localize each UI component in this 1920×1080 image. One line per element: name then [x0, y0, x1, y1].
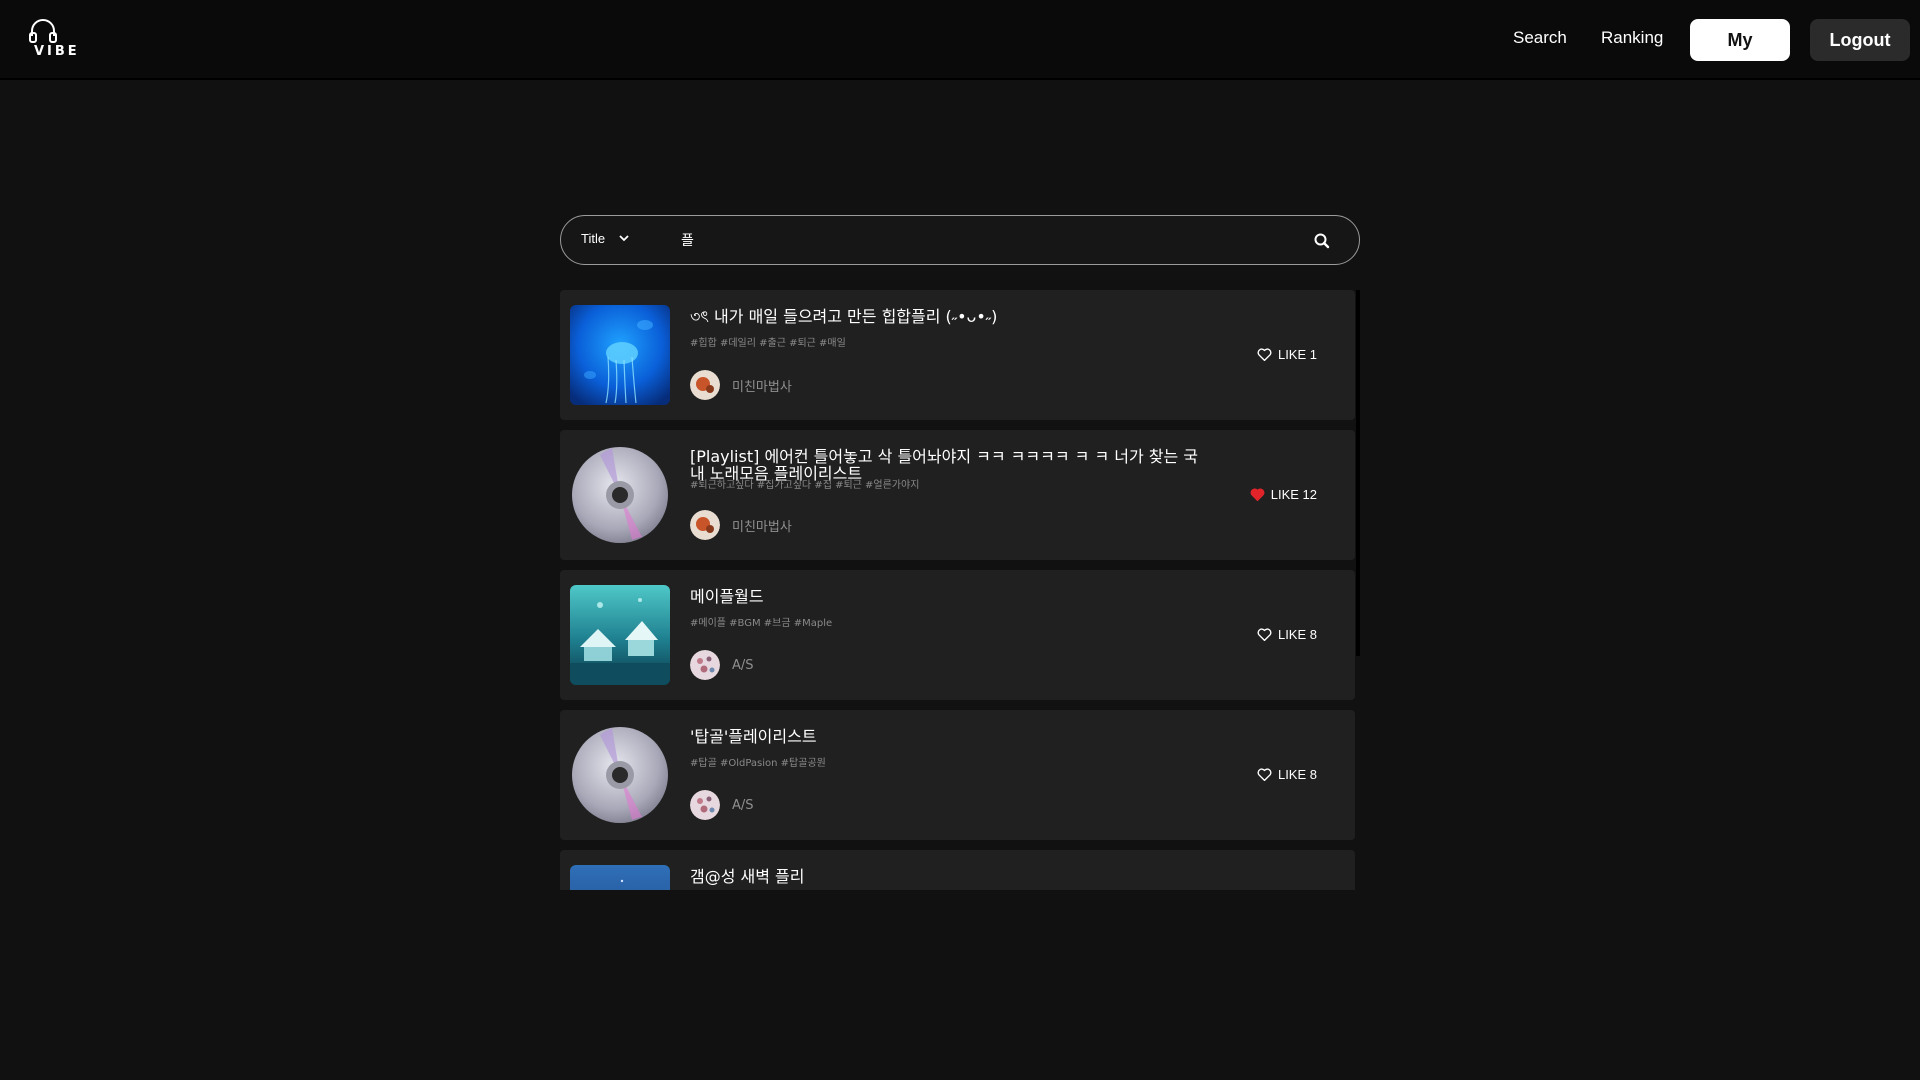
maple-world-image — [570, 585, 670, 685]
playlist-list[interactable]: ৩ৎ 내가 매일 들으려고 만든 힙합플리 (˶•ᴗ•˶) #힙합 #데일리 #… — [560, 290, 1360, 890]
playlist-tags: #퇴근하고싶다 #집가고싶다 #집 #퇴근 #얼른가야지 — [690, 480, 920, 491]
my-button[interactable]: My — [1690, 19, 1790, 61]
like-button[interactable]: LIKE 12 — [1250, 487, 1317, 502]
playlist-tags: #탑골 #OldPasion #탑골공원 — [690, 758, 826, 769]
playlist-thumbnail — [570, 725, 670, 825]
avatar — [690, 370, 720, 400]
playlist-thumbnail — [570, 585, 670, 685]
like-count: LIKE 12 — [1270, 487, 1317, 502]
playlist-tags: #메이플 #BGM #브금 #Maple — [690, 618, 833, 629]
cd-icon — [570, 445, 670, 545]
search-filter-select[interactable]: Title — [581, 231, 629, 246]
playlist-thumbnail — [570, 305, 670, 405]
author-name: 미친마법사 — [732, 519, 792, 535]
search-input[interactable]: 플 — [681, 230, 1181, 250]
heart-outline-icon — [1257, 348, 1272, 361]
search-bar: Title 플 — [560, 215, 1360, 265]
like-button[interactable]: LIKE 8 — [1257, 767, 1317, 782]
playlist-title: 메이플월드 — [690, 587, 764, 606]
nav-ranking-link[interactable]: Ranking — [1601, 28, 1663, 48]
playlist-item[interactable]: ৩ৎ 내가 매일 들으려고 만든 힙합플리 (˶•ᴗ•˶) #힙합 #데일리 #… — [560, 290, 1355, 420]
playlist-title: ৩ৎ 내가 매일 들으려고 만든 힙합플리 (˶•ᴗ•˶) — [690, 307, 998, 326]
heart-filled-icon — [1250, 488, 1265, 501]
headphones-icon — [29, 19, 57, 43]
search-icon[interactable] — [1313, 232, 1331, 250]
logo-text: VIBE — [34, 44, 80, 59]
night-sky-image — [570, 865, 670, 890]
avatar — [690, 510, 720, 540]
playlist-author[interactable]: 미친마법사 — [690, 370, 792, 400]
like-button[interactable]: LIKE 8 — [1257, 627, 1317, 642]
jellyfish-image — [570, 305, 670, 405]
playlist-title: 갬@성 새벽 플리 — [690, 867, 805, 886]
playlist-thumbnail — [570, 445, 670, 545]
cd-icon — [570, 725, 670, 825]
like-button[interactable]: LIKE 1 — [1257, 347, 1317, 362]
heart-outline-icon — [1257, 768, 1272, 781]
scrollbar-thumb[interactable] — [1356, 290, 1360, 656]
nav-search-link[interactable]: Search — [1513, 28, 1567, 48]
author-name: A/S — [732, 797, 754, 813]
author-name: A/S — [732, 657, 754, 673]
playlist-author[interactable]: A/S — [690, 790, 754, 820]
avatar — [690, 790, 720, 820]
playlist-item[interactable]: 갬@성 새벽 플리 — [560, 850, 1355, 890]
like-count: LIKE 8 — [1277, 627, 1317, 642]
playlist-item[interactable]: [Playlist] 에어컨 틀어놓고 삭 틀어놔야지 ㅋㅋ ㅋㅋㅋㅋ ㅋ ㅋ … — [560, 430, 1355, 560]
playlist-author[interactable]: A/S — [690, 650, 754, 680]
avatar — [690, 650, 720, 680]
search-filter-label: Title — [581, 231, 606, 246]
playlist-title: '탑골'플레이리스트 — [690, 727, 817, 746]
playlist-item[interactable]: 메이플월드 #메이플 #BGM #브금 #Maple A/S LIKE 8 — [560, 570, 1355, 700]
author-name: 미친마법사 — [732, 379, 792, 395]
heart-outline-icon — [1257, 628, 1272, 641]
logout-button[interactable]: Logout — [1810, 19, 1910, 61]
chevron-down-icon — [619, 235, 629, 242]
like-count: LIKE 1 — [1277, 347, 1317, 362]
playlist-thumbnail — [570, 865, 670, 890]
vibe-logo[interactable]: VIBE — [26, 18, 77, 62]
top-header: VIBE Search Ranking My Logout — [0, 0, 1920, 80]
playlist-item[interactable]: '탑골'플레이리스트 #탑골 #OldPasion #탑골공원 A/S LIKE… — [560, 710, 1355, 840]
playlist-tags: #힙합 #데일리 #출근 #퇴근 #매일 — [690, 338, 846, 349]
like-count: LIKE 8 — [1277, 767, 1317, 782]
playlist-author[interactable]: 미친마법사 — [690, 510, 792, 540]
